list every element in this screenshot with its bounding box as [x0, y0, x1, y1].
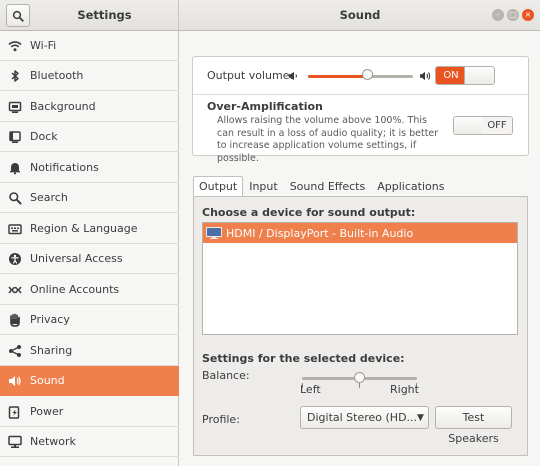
- balance-tick-center: [359, 383, 360, 388]
- toggle-on-label: ON: [436, 67, 466, 84]
- header-left: Settings: [0, 0, 179, 31]
- minimize-button[interactable]: –: [492, 9, 504, 21]
- tab-sound-effects[interactable]: Sound Effects: [284, 176, 372, 196]
- output-tab-panel: Choose a device for sound output: HDMI /…: [193, 196, 528, 456]
- device-name: HDMI / DisplayPort - Built-in Audio: [226, 226, 414, 240]
- sidebar-item-power[interactable]: Power: [0, 397, 179, 427]
- sidebar-item-universal-access[interactable]: Universal Access: [0, 244, 179, 274]
- sidebar-item-label: Sound: [30, 374, 65, 387]
- output-volume-knob[interactable]: [362, 69, 374, 80]
- share-icon: [8, 344, 22, 358]
- close-icon: ×: [524, 10, 532, 19]
- profile-label: Profile:: [202, 413, 240, 426]
- sidebar-item-label: Network: [30, 435, 76, 448]
- sidebar-item-label: Universal Access: [30, 252, 123, 265]
- page-title: Sound: [339, 8, 381, 22]
- sidebar-item-sharing[interactable]: Sharing: [0, 336, 179, 366]
- sidebar-item-notifications[interactable]: Notifications: [0, 153, 179, 183]
- sound-panel: Output volume: ON Over-Amplification All…: [180, 31, 540, 466]
- list-item[interactable]: HDMI / DisplayPort - Built-in Audio: [203, 223, 517, 243]
- sidebar-item-region-language[interactable]: Region & Language: [0, 214, 179, 244]
- sidebar-item-label: Power: [30, 405, 64, 418]
- sidebar-item-label: Background: [30, 100, 96, 113]
- hand-icon: [8, 313, 22, 327]
- over-amplification-description: Allows raising the volume above 100%. Th…: [217, 115, 439, 164]
- bluetooth-icon: [8, 69, 22, 83]
- profile-value: Digital Stereo (HD...: [307, 411, 418, 424]
- output-volume-fill: [308, 75, 368, 78]
- test-speakers-button[interactable]: Test Speakers: [435, 406, 512, 445]
- profile-dropdown[interactable]: Digital Stereo (HD... ▼: [300, 406, 429, 429]
- search-icon: [8, 191, 22, 205]
- sidebar-item-label: Online Accounts: [30, 283, 120, 296]
- balance-left-label: Left: [300, 383, 321, 396]
- sidebar-item-label: Notifications: [30, 161, 99, 174]
- output-volume-toggle[interactable]: ON: [435, 66, 495, 85]
- accessibility-icon: [8, 252, 22, 266]
- sidebar-item-label: Privacy: [30, 313, 70, 326]
- background-icon: [8, 100, 22, 114]
- maximize-icon: □: [509, 10, 517, 19]
- sidebar-item-label: Sharing: [30, 344, 73, 357]
- chevron-down-icon: ▼: [417, 412, 424, 423]
- toggle-off-label: OFF: [482, 117, 512, 134]
- balance-right-label: Right: [390, 383, 419, 396]
- window-controls: – □ ×: [492, 9, 534, 21]
- online-accounts-icon: [8, 283, 22, 297]
- sidebar-item-dock[interactable]: Dock: [0, 122, 179, 152]
- sidebar-item-label: Bluetooth: [30, 69, 84, 82]
- settings-title: Settings: [77, 8, 132, 22]
- close-button[interactable]: ×: [522, 9, 534, 21]
- display-icon: [206, 227, 222, 239]
- sidebar: Wi-Fi Bluetooth Background Dock Notifica…: [0, 31, 179, 466]
- output-volume-row: Output volume: ON: [207, 66, 527, 85]
- volume-card: Output volume: ON Over-Amplification All…: [192, 56, 529, 164]
- settings-window: Settings Sound – □ × Wi-Fi Bluetooth Bac…: [0, 0, 540, 466]
- output-device-list: HDMI / DisplayPort - Built-in Audio: [202, 222, 518, 335]
- sidebar-item-online-accounts[interactable]: Online Accounts: [0, 275, 179, 305]
- sidebar-item-sound[interactable]: Sound: [0, 366, 179, 396]
- volume-high-icon: [420, 71, 431, 81]
- network-icon: [8, 435, 22, 449]
- wifi-icon: [8, 39, 22, 53]
- search-button[interactable]: [6, 4, 30, 27]
- sidebar-item-privacy[interactable]: Privacy: [0, 305, 179, 335]
- output-volume-slider[interactable]: [308, 75, 413, 78]
- card-separator: [193, 94, 528, 95]
- sidebar-item-label: Dock: [30, 130, 58, 143]
- volume-low-icon: [289, 71, 297, 81]
- power-icon: [8, 405, 22, 419]
- sidebar-item-label: Search: [30, 191, 68, 204]
- sidebar-item-bluetooth[interactable]: Bluetooth: [0, 61, 179, 91]
- over-amplification-title: Over-Amplification: [207, 100, 323, 113]
- tab-input[interactable]: Input: [243, 176, 283, 196]
- toggle-switch-knob: [454, 117, 484, 134]
- output-volume-label: Output volume:: [207, 69, 294, 82]
- sidebar-item-search[interactable]: Search: [0, 183, 179, 213]
- bell-icon: [8, 161, 22, 175]
- sound-tabs: Output Input Sound Effects Applications: [193, 176, 450, 196]
- tab-output[interactable]: Output: [193, 176, 244, 196]
- dock-icon: [8, 130, 22, 144]
- search-icon: [12, 10, 24, 22]
- minimize-icon: –: [496, 10, 500, 19]
- speaker-icon: [8, 374, 22, 388]
- toggle-switch-knob: [464, 67, 494, 84]
- over-amplification-toggle[interactable]: OFF: [453, 116, 513, 135]
- sidebar-item-label: Region & Language: [30, 222, 138, 235]
- balance-knob[interactable]: [354, 372, 365, 383]
- device-settings-heading: Settings for the selected device:: [202, 352, 405, 365]
- device-list-heading: Choose a device for sound output:: [202, 206, 416, 219]
- sidebar-item-network[interactable]: Network: [0, 427, 179, 457]
- tab-applications[interactable]: Applications: [371, 176, 450, 196]
- balance-label: Balance:: [202, 369, 250, 382]
- sidebar-item-label: Wi-Fi: [30, 39, 57, 52]
- sidebar-item-background[interactable]: Background: [0, 92, 179, 122]
- maximize-button[interactable]: □: [507, 9, 519, 21]
- region-icon: [8, 222, 22, 236]
- header-bar: Settings Sound – □ ×: [0, 0, 540, 31]
- sidebar-item-wifi[interactable]: Wi-Fi: [0, 31, 179, 61]
